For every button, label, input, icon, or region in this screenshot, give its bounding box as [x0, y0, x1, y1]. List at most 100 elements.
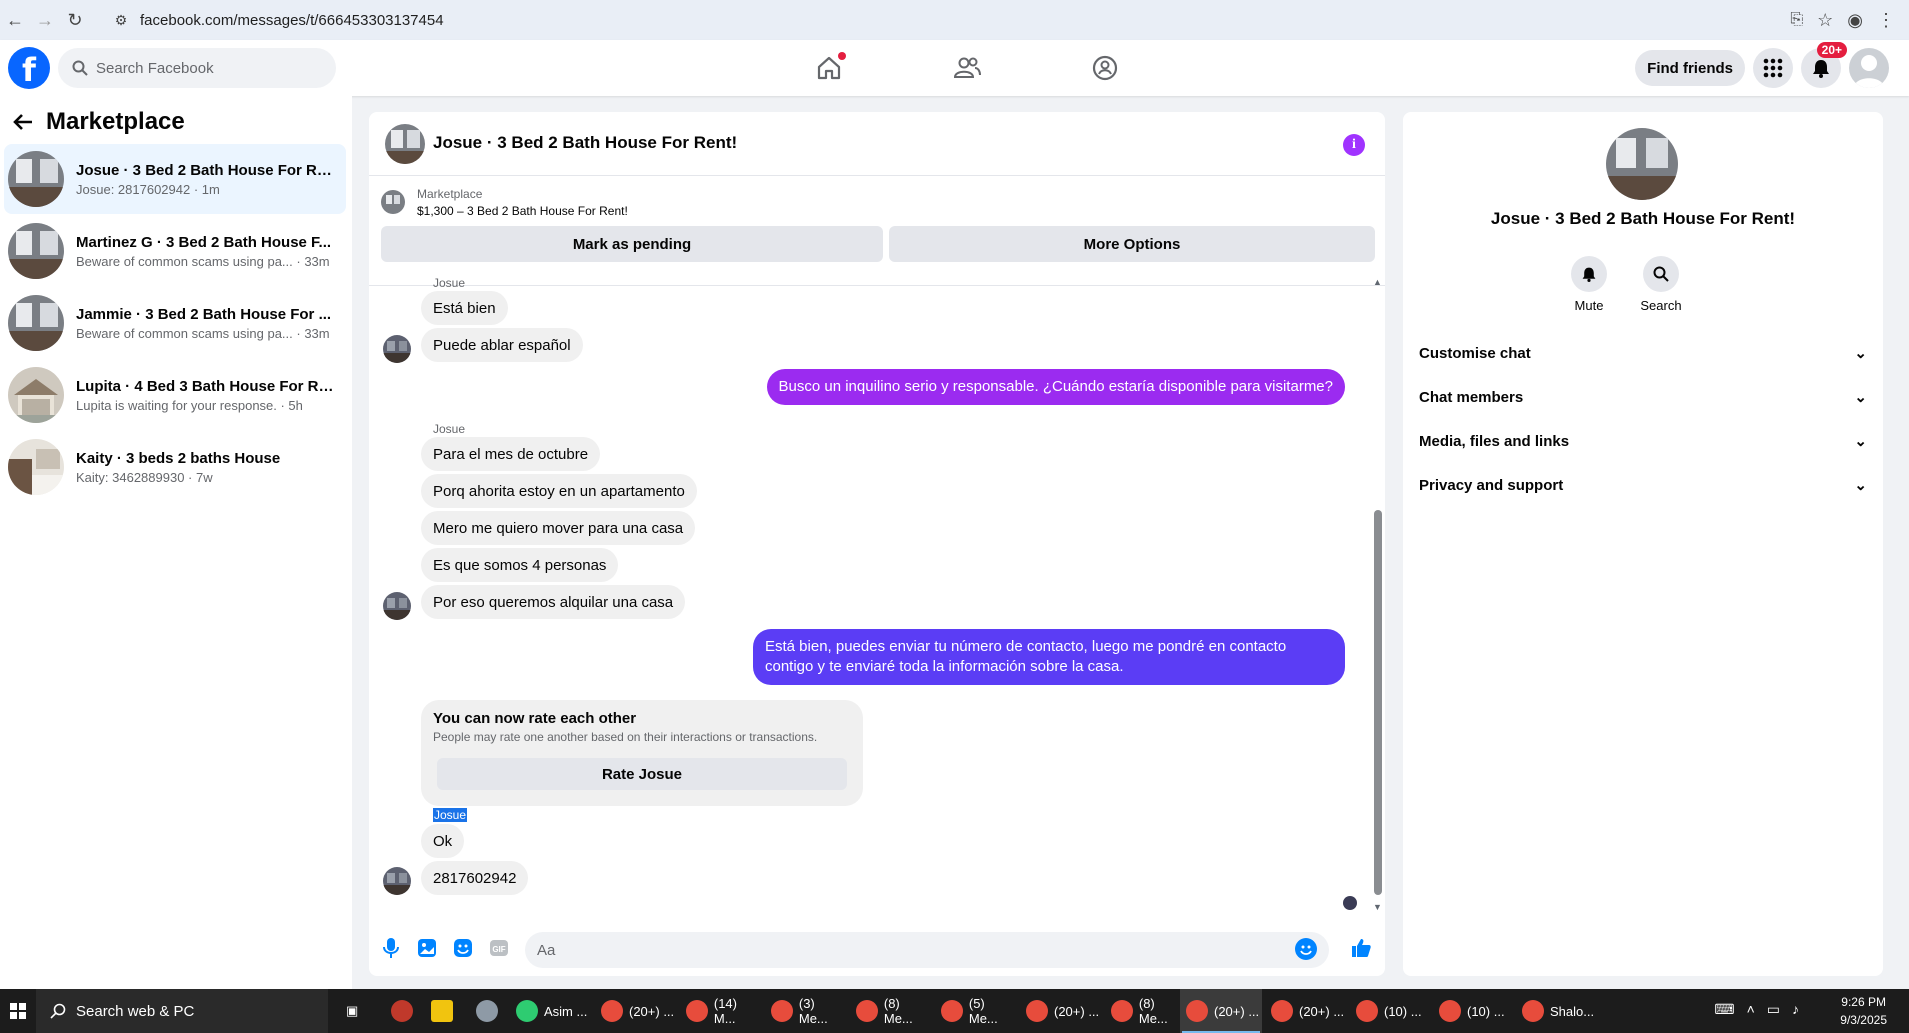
file-explorer-icon[interactable]	[425, 989, 459, 1033]
keyboard-icon[interactable]: ⌨	[1714, 1001, 1734, 1018]
show-hidden-icons-icon[interactable]: ˄	[1747, 1001, 1755, 1018]
taskbar-window[interactable]: (8) Me...	[1105, 989, 1187, 1033]
chat-title[interactable]: Josue · 3 Bed 2 Bath House For Rent!	[433, 133, 737, 153]
windows-taskbar: Search web & PC ▣ Asim ... (20+) ... (14…	[0, 989, 1909, 1033]
incoming-message: 2817602942	[421, 861, 529, 895]
window-label: (10) ...	[1467, 1003, 1505, 1019]
conversation-item[interactable]: Jammie · 3 Bed 2 Bath House For ... Bewa…	[4, 288, 346, 358]
address-bar[interactable]: ⚙ facebook.com/messages/t/66645330313745…	[112, 4, 1792, 36]
message-scrollbar[interactable]: ▲ ▼	[1371, 277, 1383, 912]
nav-friends[interactable]	[898, 40, 1036, 96]
back-arrow-icon[interactable]	[12, 111, 34, 133]
search-action[interactable]: Search	[1625, 256, 1697, 313]
mute-action[interactable]: Mute	[1553, 256, 1625, 313]
taskbar-window[interactable]: (3) Me...	[765, 989, 847, 1033]
scroll-thumb[interactable]	[1374, 510, 1382, 895]
conversation-item[interactable]: Kaity · 3 beds 2 baths House Kaity: 3462…	[4, 432, 346, 502]
windows-start-icon[interactable]	[0, 989, 36, 1033]
chrome-icon	[1356, 1000, 1378, 1022]
sender-avatar[interactable]	[383, 335, 411, 363]
network-icon[interactable]: ▭	[1767, 1001, 1780, 1018]
gif-icon[interactable]: GIF	[487, 936, 511, 960]
outgoing-message: Está bien, puedes enviar tu número de co…	[753, 629, 1345, 685]
home-notification-dot	[838, 52, 846, 60]
listing-thumbnail	[8, 295, 64, 351]
friends-icon	[953, 57, 981, 78]
rating-title: You can now rate each other	[433, 710, 637, 727]
bookmark-star-icon[interactable]: ☆	[1817, 10, 1833, 31]
sticker-icon[interactable]	[451, 936, 475, 960]
incoming-message: Puede ablar español	[421, 328, 583, 362]
details-avatar[interactable]	[1606, 128, 1678, 200]
chevron-down-icon: ⌄	[1854, 433, 1867, 450]
scroll-down-arrow-icon[interactable]: ▼	[1373, 902, 1382, 912]
task-view-icon[interactable]: ▣	[340, 989, 358, 1033]
browser-menu-icon[interactable]: ⋮	[1877, 10, 1895, 31]
site-info-icon[interactable]: ⚙	[112, 11, 130, 29]
chrome-icon	[771, 1000, 793, 1022]
url-text[interactable]: facebook.com/messages/t/666453303137454	[140, 12, 444, 29]
reload-icon[interactable]: ↻	[60, 5, 90, 35]
info-icon[interactable]: i	[1343, 134, 1365, 156]
taskbar-window[interactable]: (20+) ...	[595, 989, 677, 1033]
message-list: Josue Está bien Puede ablar español Busc…	[369, 275, 1369, 915]
menu-button[interactable]	[1753, 48, 1793, 88]
nav-groups[interactable]	[1036, 40, 1174, 96]
search-facebook-input[interactable]: Search Facebook	[58, 48, 336, 88]
sender-avatar[interactable]	[383, 592, 411, 620]
taskbar-window[interactable]: (5) Me...	[935, 989, 1017, 1033]
taskbar-window[interactable]: (20+) ...	[1265, 989, 1347, 1033]
security-app-icon[interactable]	[385, 989, 419, 1033]
scroll-up-arrow-icon[interactable]: ▲	[1373, 277, 1382, 287]
rate-josue-button[interactable]: Rate Josue	[437, 758, 847, 790]
taskbar-search[interactable]: Search web & PC	[36, 989, 328, 1033]
taskbar-window[interactable]: (10) ...	[1350, 989, 1432, 1033]
taskbar-window[interactable]: (10) ...	[1433, 989, 1515, 1033]
clock-date: 9/3/2025	[1840, 1013, 1887, 1027]
chevron-down-icon: ⌄	[1854, 345, 1867, 362]
thumbs-up-icon[interactable]	[1349, 936, 1373, 960]
volume-icon[interactable]: ♪	[1792, 1001, 1799, 1018]
main-nav	[760, 40, 1174, 96]
emoji-icon[interactable]	[1295, 938, 1317, 960]
chat-members-section[interactable]: Chat members ⌄	[1419, 375, 1867, 419]
conversation-item[interactable]: Lupita · 4 Bed 3 Bath House For Re... Lu…	[4, 360, 346, 430]
photo-icon[interactable]	[415, 936, 439, 960]
seen-indicator	[1343, 896, 1357, 910]
taskbar-window[interactable]: Shalo...	[1516, 989, 1598, 1033]
privacy-support-section[interactable]: Privacy and support ⌄	[1419, 463, 1867, 507]
nav-home[interactable]	[760, 40, 898, 96]
mark-as-pending-button[interactable]: Mark as pending	[381, 226, 883, 262]
rating-description: People may rate one another based on the…	[433, 730, 818, 744]
taskbar-window[interactable]: (8) Me...	[850, 989, 932, 1033]
notifications-button[interactable]: 20+	[1801, 42, 1847, 88]
conversation-item[interactable]: Josue · 3 Bed 2 Bath House For Re... Jos…	[4, 144, 346, 214]
forward-icon[interactable]: →	[30, 5, 60, 35]
find-friends-button[interactable]: Find friends	[1635, 50, 1745, 86]
customise-chat-section[interactable]: Customise chat ⌄	[1419, 331, 1867, 375]
more-options-button[interactable]: More Options	[889, 226, 1375, 262]
marketplace-label: Marketplace	[417, 187, 483, 201]
microphone-icon[interactable]	[379, 936, 403, 960]
taskbar-clock[interactable]: 9:26 PM 9/3/2025	[1840, 993, 1887, 1029]
conversation-item[interactable]: Martinez G · 3 Bed 2 Bath House F... Bew…	[4, 216, 346, 286]
back-icon[interactable]: ←	[0, 5, 30, 35]
install-icon[interactable]: ⎘	[1790, 11, 1803, 29]
media-files-links-section[interactable]: Media, files and links ⌄	[1419, 419, 1867, 463]
conversation-title: Martinez G · 3 Bed 2 Bath House F...	[76, 233, 332, 251]
message-input[interactable]: Aa	[525, 932, 1329, 968]
account-avatar[interactable]	[1849, 48, 1889, 88]
chat-details-panel: Josue · 3 Bed 2 Bath House For Rent! Mut…	[1403, 112, 1883, 976]
sender-avatar[interactable]	[383, 867, 411, 895]
chrome-icon	[1522, 1000, 1544, 1022]
chrome-icon	[1111, 1000, 1133, 1022]
taskbar-window[interactable]: (14) M...	[680, 989, 762, 1033]
listing-price-title[interactable]: $1,300 – 3 Bed 2 Bath House For Rent!	[417, 204, 628, 218]
app-icon[interactable]	[470, 989, 504, 1033]
facebook-logo[interactable]: f	[8, 47, 50, 89]
taskbar-window[interactable]: (20+) ...	[1020, 989, 1102, 1033]
taskbar-window[interactable]: Asim ...	[510, 989, 592, 1033]
chat-avatar[interactable]	[385, 124, 425, 164]
taskbar-window-active[interactable]: (20+) ...	[1180, 989, 1262, 1033]
profile-icon[interactable]: ◉	[1847, 10, 1863, 31]
